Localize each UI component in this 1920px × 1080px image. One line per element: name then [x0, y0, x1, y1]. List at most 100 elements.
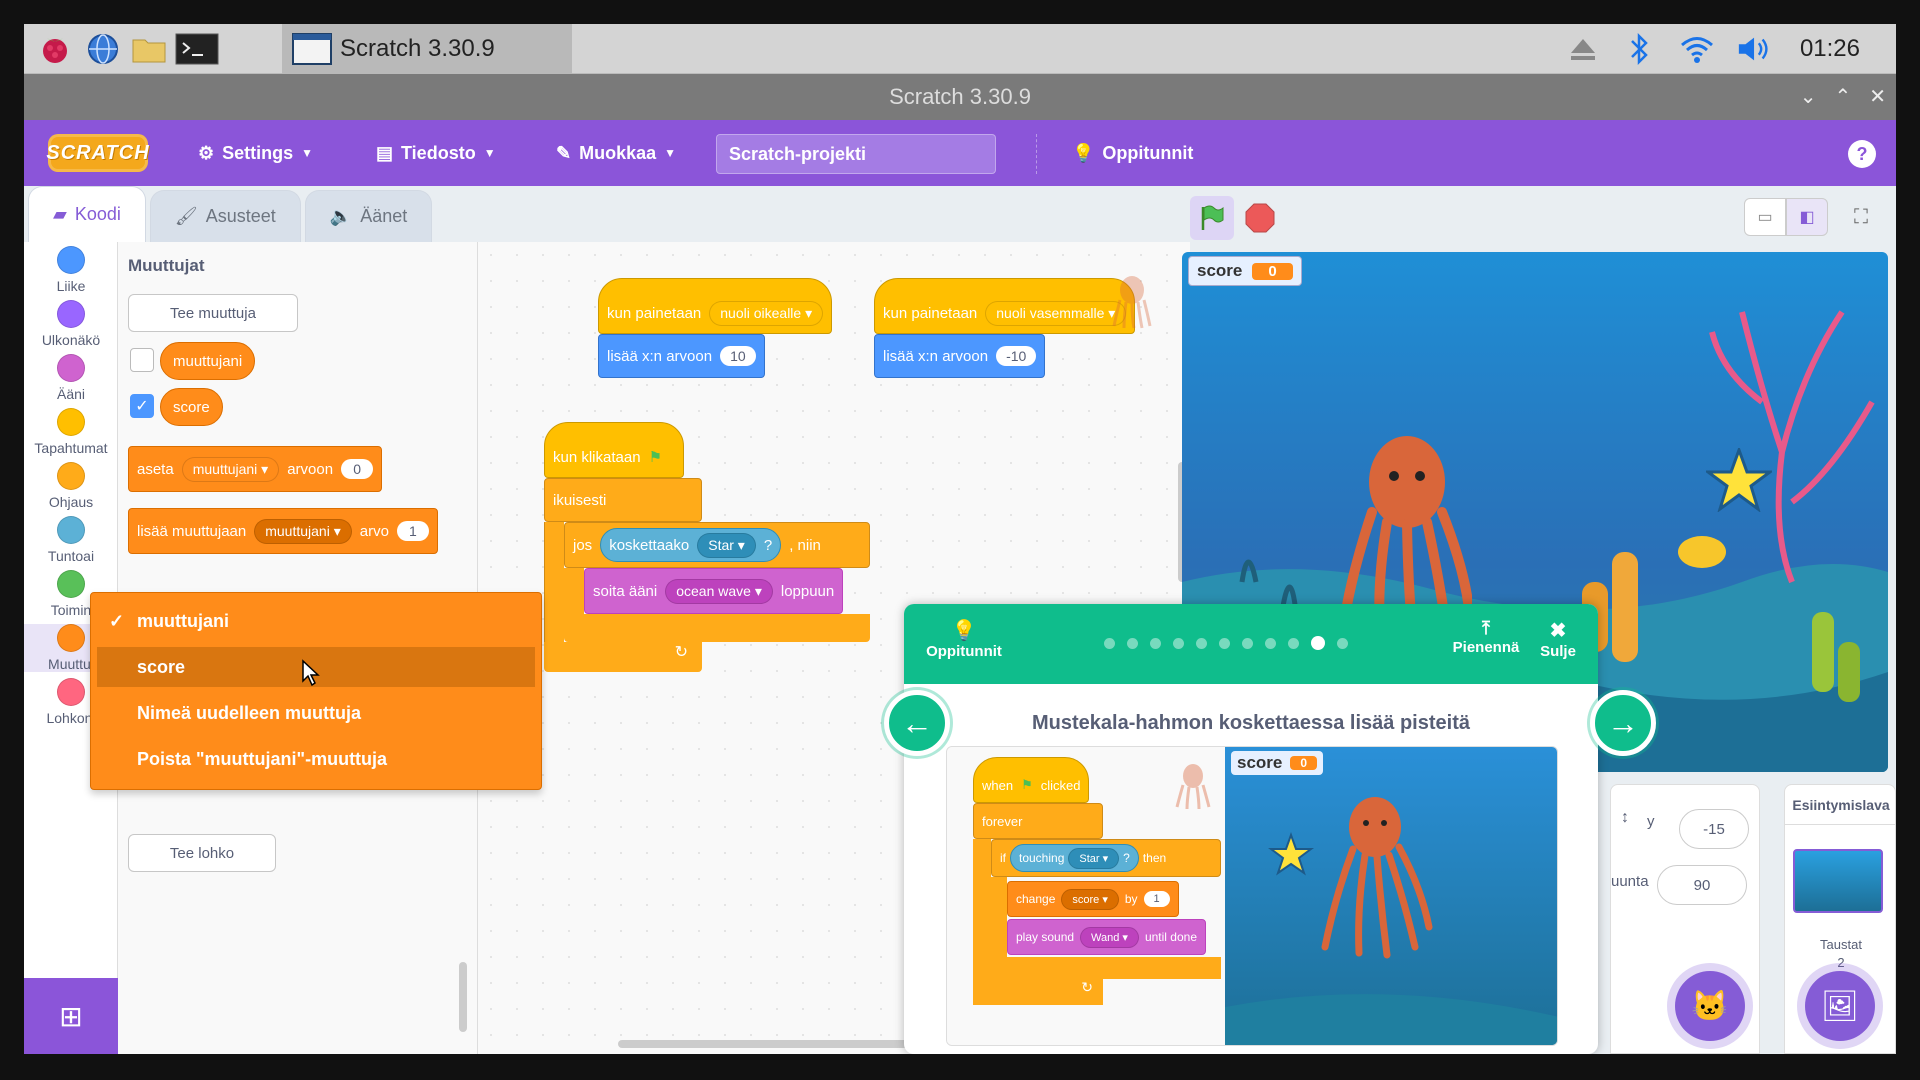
octopus-sprite[interactable]	[1342, 432, 1472, 632]
browser-globe-icon[interactable]	[84, 30, 122, 68]
green-flag-button[interactable]	[1190, 196, 1234, 240]
variable-dropdown-open[interactable]: muuttujani	[254, 518, 352, 544]
value-input[interactable]: 1	[396, 521, 429, 541]
edit-menu[interactable]: ✎ Muokkaa ▼	[556, 120, 676, 186]
block-text: kun painetaan	[883, 304, 978, 322]
tab-sounds[interactable]: 🔈 Äänet	[304, 190, 433, 242]
tutorial-next-button[interactable]: →	[1590, 690, 1656, 756]
y-field[interactable]: -15	[1679, 809, 1749, 849]
variable-checkbox-score[interactable]: ✓	[130, 394, 154, 418]
volume-icon[interactable]	[1736, 30, 1774, 68]
step-dot[interactable]	[1219, 637, 1230, 649]
set-variable-block[interactable]: aseta muuttujani arvoon 0	[128, 446, 383, 492]
score-monitor[interactable]: score 0	[1188, 256, 1302, 286]
block-text: until done	[1144, 930, 1197, 944]
step-dot-current[interactable]	[1311, 636, 1325, 650]
variable-dropdown[interactable]: muuttujani	[181, 456, 280, 482]
dropdown-item-score[interactable]: score	[97, 647, 535, 687]
block-text: koskettaako	[609, 536, 690, 554]
choose-sprite-button[interactable]: 🐱	[1675, 971, 1745, 1041]
eject-icon[interactable]	[1564, 30, 1602, 68]
when-key-pressed-block[interactable]: kun painetaan nuoli vasemmalle	[874, 278, 1136, 334]
when-flag-clicked-block[interactable]: kun klikataan ⚑	[544, 422, 684, 478]
tutorial-prev-button[interactable]: ←	[884, 690, 950, 756]
stop-button[interactable]	[1240, 198, 1280, 238]
category-sound[interactable]: Ääni	[24, 354, 118, 402]
minimize-icon[interactable]: ⌄	[1800, 84, 1817, 109]
taskbar-window-scratch[interactable]: Scratch 3.30.9	[282, 24, 572, 74]
category-sensing[interactable]: Tuntoai	[24, 516, 118, 564]
key-dropdown[interactable]: nuoli vasemmalle	[985, 300, 1127, 326]
dropdown-item-delete[interactable]: Poista "muuttujani"-muuttuja	[97, 739, 535, 779]
wifi-icon[interactable]	[1678, 30, 1716, 68]
folder-icon[interactable]	[130, 30, 168, 68]
category-events[interactable]: Tapahtumat	[24, 408, 118, 456]
category-motion[interactable]: Liike	[24, 246, 118, 294]
make-variable-button[interactable]: Tee muuttuja	[128, 294, 298, 332]
scratch-logo[interactable]: SCRATCH	[46, 134, 149, 172]
close-icon[interactable]: ✕	[1869, 84, 1886, 109]
value-input[interactable]: -10	[996, 346, 1037, 366]
file-menu[interactable]: ▤ Tiedosto ▼	[376, 120, 496, 186]
palette-scrollbar[interactable]	[459, 962, 467, 1032]
forever-block[interactable]: ikuisesti	[544, 478, 702, 522]
stage-selector-pane[interactable]: Esiintymislava Taustat 2 🖼	[1784, 784, 1896, 1054]
step-dot[interactable]	[1127, 637, 1138, 649]
block-text: loppuun	[780, 582, 835, 600]
step-dot[interactable]	[1104, 637, 1115, 649]
large-stage-button[interactable]: ◧	[1786, 198, 1828, 236]
step-dot[interactable]	[1196, 637, 1207, 649]
category-control[interactable]: Ohjaus	[24, 462, 118, 510]
raspberry-menu-icon[interactable]	[36, 30, 74, 68]
brush-icon: 🖌	[174, 206, 198, 226]
tab-costumes[interactable]: 🖌 Asusteet	[149, 190, 301, 242]
close-tutorial-button[interactable]: ✖ Sulje	[1528, 618, 1588, 660]
script-scrollbar-horizontal[interactable]	[618, 1040, 918, 1048]
step-dot[interactable]	[1173, 637, 1184, 649]
tab-code[interactable]: ▰ Koodi	[28, 186, 146, 242]
bluetooth-icon[interactable]	[1620, 30, 1658, 68]
direction-field[interactable]: 90	[1657, 865, 1747, 905]
play-sound-block[interactable]: soita ääni ocean wave loppuun	[584, 568, 844, 614]
dropdown-item-muuttujani[interactable]: ✓ muuttujani	[97, 601, 535, 641]
sound-dropdown[interactable]: ocean wave	[665, 578, 773, 604]
variable-checkbox-muuttujani[interactable]	[130, 348, 154, 372]
backdrop-thumbnail[interactable]	[1793, 849, 1883, 913]
step-dot[interactable]	[1265, 637, 1276, 649]
step-dot[interactable]	[1242, 637, 1253, 649]
dropdown-item-rename[interactable]: Nimeä uudelleen muuttuja	[97, 693, 535, 733]
step-dot[interactable]	[1337, 637, 1348, 649]
change-x-block[interactable]: lisää x:n arvoon 10	[598, 334, 765, 378]
star-sprite[interactable]	[1706, 448, 1772, 512]
small-stage-button[interactable]: ▭	[1744, 198, 1786, 236]
settings-menu[interactable]: ⚙ Settings ▼	[198, 120, 313, 186]
touching-dropdown[interactable]: Star	[697, 532, 756, 558]
step-dot[interactable]	[1150, 637, 1161, 649]
value-input[interactable]: 10	[720, 346, 756, 366]
fullscreen-button[interactable]: ⛶	[1840, 198, 1882, 236]
shrink-button[interactable]: ⤒ Pienennä	[1446, 618, 1526, 656]
value-input[interactable]: 0	[341, 459, 374, 479]
maximize-icon[interactable]: ⌃	[1834, 84, 1851, 109]
if-block[interactable]: jos koskettaako Star ? , niin	[564, 522, 870, 568]
tutorials-button[interactable]: 💡 Oppitunnit	[924, 618, 1004, 660]
when-key-pressed-block[interactable]: kun painetaan nuoli oikealle	[598, 278, 833, 334]
make-block-button[interactable]: Tee lohko	[128, 834, 276, 872]
tutorials-menu[interactable]: 💡 Oppitunnit	[1072, 120, 1193, 186]
change-variable-block[interactable]: lisää muuttujaan muuttujani arvo 1	[128, 508, 438, 554]
key-dropdown[interactable]: nuoli oikealle	[709, 300, 824, 326]
terminal-icon[interactable]	[174, 30, 220, 68]
image-plus-icon: 🖼	[1820, 989, 1860, 1023]
choose-backdrop-button[interactable]: 🖼	[1805, 971, 1875, 1041]
step-dot[interactable]	[1288, 637, 1299, 649]
category-label: Ääni	[56, 386, 86, 402]
variable-reporter-score[interactable]: score	[160, 388, 223, 426]
tutorial-step-title: Mustekala-hahmon koskettaessa lisää pist…	[1032, 712, 1470, 734]
change-x-block[interactable]: lisää x:n arvoon -10	[874, 334, 1046, 378]
add-extension-button[interactable]: ⊞	[24, 978, 118, 1054]
touching-block[interactable]: koskettaako Star ?	[600, 528, 782, 562]
category-looks[interactable]: Ulkonäkö	[24, 300, 118, 348]
project-name-input[interactable]: Scratch-projekti	[716, 134, 996, 174]
help-icon[interactable]: ?	[1848, 140, 1876, 168]
variable-reporter-muuttujani[interactable]: muuttujani	[160, 342, 256, 380]
